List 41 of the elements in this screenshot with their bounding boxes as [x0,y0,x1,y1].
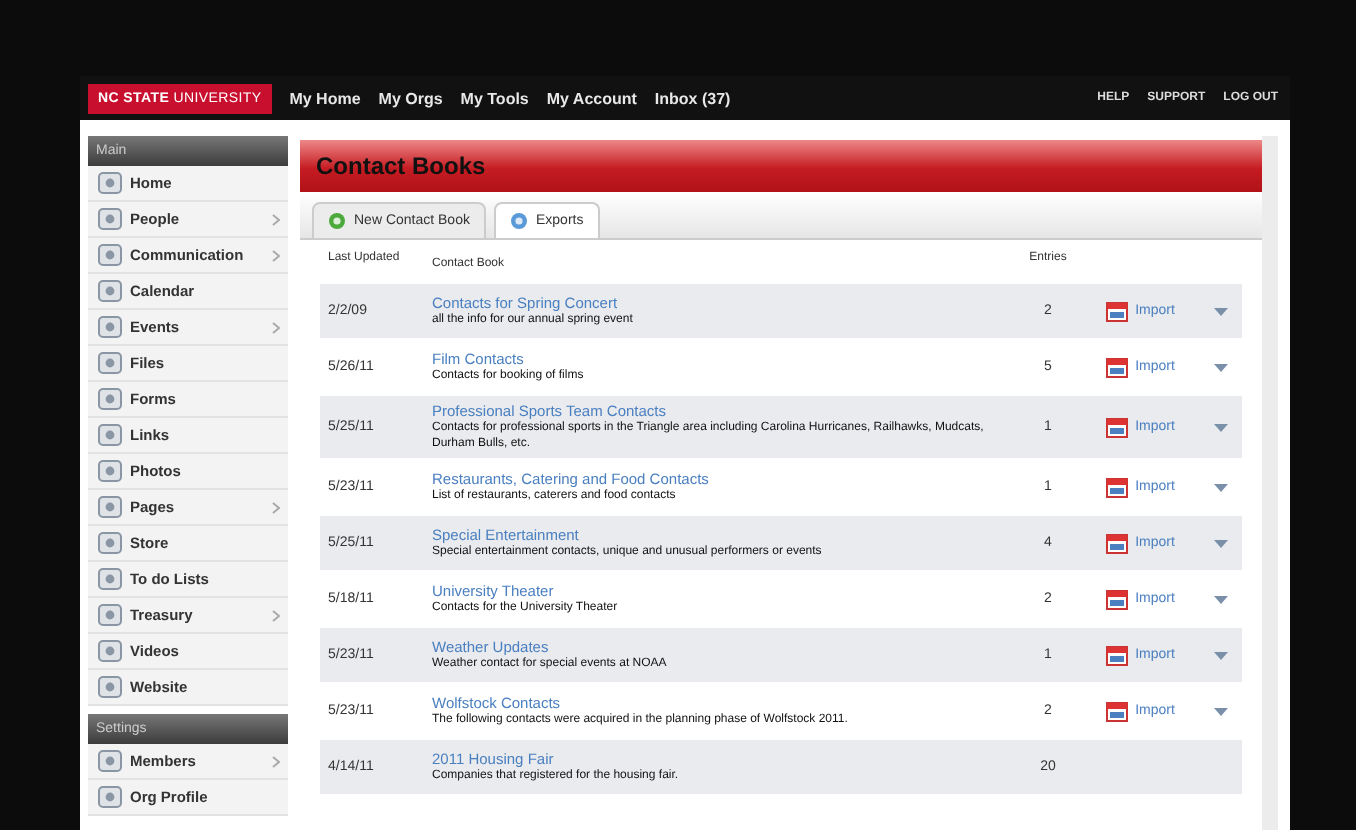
calendar-icon [1105,357,1128,377]
tile-icon [98,172,122,194]
nav-link[interactable]: Inbox (37) [654,89,731,107]
page-title: Contact Books [316,152,486,180]
nav-link[interactable]: My Orgs [378,89,443,107]
tile-icon [98,532,122,554]
caret-icon[interactable] [1213,595,1227,604]
tile-icon [98,280,122,302]
caret-icon[interactable] [1213,307,1227,315]
tile-icon [98,750,122,772]
tile-icon [98,460,122,482]
caret-icon[interactable] [1213,363,1227,371]
tile-icon [98,316,122,338]
tile-icon [98,568,122,590]
caret-icon[interactable] [1213,483,1227,492]
circle-icon [509,212,528,230]
circle-icon [328,212,346,230]
tile-icon [98,388,122,410]
caret-icon[interactable] [1213,707,1227,716]
tile-icon [98,352,122,374]
nav-link[interactable]: My Account [546,89,637,107]
calendar-icon [1105,701,1128,722]
calendar-icon [1105,417,1128,438]
tile-icon [98,424,122,446]
caret-icon[interactable] [1213,539,1227,548]
tile-icon [98,786,122,808]
caret-icon[interactable] [1213,423,1227,432]
tile-icon [98,496,122,518]
tile-icon [98,676,122,698]
nav-link[interactable]: My Home [289,89,361,107]
calendar-icon [1105,645,1128,666]
calendar-icon [1105,589,1128,610]
tile-icon [98,640,122,662]
calendar-icon [1105,301,1128,321]
nav-link[interactable]: My Tools [460,89,529,107]
tile-icon [98,244,122,266]
calendar-icon [1105,477,1128,498]
tile-icon [98,208,122,230]
tile-icon [98,604,122,626]
caret-icon[interactable] [1213,651,1227,660]
calendar-icon [1105,533,1128,554]
